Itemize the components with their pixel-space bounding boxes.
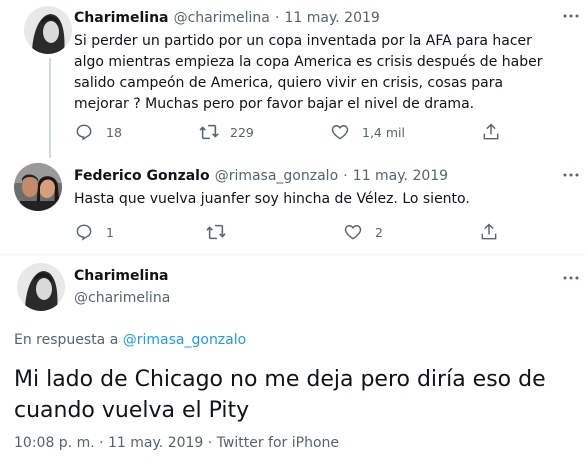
reply-icon xyxy=(76,124,92,141)
avatar[interactable] xyxy=(14,163,62,211)
more-icon[interactable] xyxy=(561,165,581,185)
tweet-header: Charimelina @charimelina · 11 may. 2019 xyxy=(74,7,380,26)
display-name[interactable]: Charimelina xyxy=(74,10,169,26)
display-name[interactable]: Federico Gonzalo xyxy=(74,168,210,184)
handle[interactable]: @rimasa_gonzalo xyxy=(215,168,338,184)
like-count: 2 xyxy=(375,224,383,240)
timestamp[interactable]: 11 may. 2019 xyxy=(285,10,380,26)
share-icon xyxy=(481,223,497,240)
avatar[interactable] xyxy=(17,263,65,311)
reply-count: 1 xyxy=(106,224,114,240)
separator: · xyxy=(343,168,348,184)
reply-button[interactable]: 18 xyxy=(74,122,122,142)
like-button[interactable]: 2 xyxy=(343,222,383,242)
time-date[interactable]: 10:08 p. m. · 11 may. 2019 · xyxy=(14,435,217,451)
retweet-button[interactable]: 229 xyxy=(198,122,254,142)
separator: · xyxy=(274,10,280,26)
retweet-count: 229 xyxy=(230,124,254,140)
tweet-text: Hasta que vuelva juanfer soy hincha de V… xyxy=(74,191,470,207)
retweet-button[interactable] xyxy=(205,222,227,242)
reply-count: 18 xyxy=(106,124,122,140)
more-icon[interactable] xyxy=(561,268,581,288)
avatar[interactable] xyxy=(24,6,72,54)
retweet-icon xyxy=(199,124,219,140)
thread-line xyxy=(49,58,51,158)
handle[interactable]: @charimelina xyxy=(74,290,170,306)
like-button[interactable]: 1,4 mil xyxy=(330,122,405,142)
reply-button[interactable]: 1 xyxy=(74,222,114,242)
retweet-icon xyxy=(206,224,226,240)
reply-icon xyxy=(76,224,92,241)
divider xyxy=(0,254,585,255)
like-icon xyxy=(331,125,349,140)
source-link[interactable]: Twitter for iPhone xyxy=(217,435,339,451)
tweet-text: Si perder un partido por un copa inventa… xyxy=(74,33,543,112)
reply-to-link[interactable]: @rimasa_gonzalo xyxy=(123,332,246,348)
more-icon[interactable] xyxy=(561,6,581,26)
timestamp[interactable]: 11 may. 2019 xyxy=(353,168,448,184)
share-button[interactable] xyxy=(481,122,501,142)
share-icon xyxy=(483,123,499,140)
reply-context: En respuesta a @rimasa_gonzalo xyxy=(14,332,246,348)
like-count: 1,4 mil xyxy=(362,124,405,140)
share-button[interactable] xyxy=(479,222,499,242)
like-icon xyxy=(344,225,362,240)
tweet-header: Federico Gonzalo @rimasa_gonzalo · 11 ma… xyxy=(74,165,448,184)
handle[interactable]: @charimelina xyxy=(174,10,270,26)
tweet-timestamp: 10:08 p. m. · 11 may. 2019 · Twitter for… xyxy=(14,435,339,451)
main-tweet-text: Mi lado de Chicago no me deja pero diría… xyxy=(14,367,546,423)
reply-prefix: En respuesta a xyxy=(14,332,123,348)
display-name[interactable]: Charimelina xyxy=(74,268,169,284)
